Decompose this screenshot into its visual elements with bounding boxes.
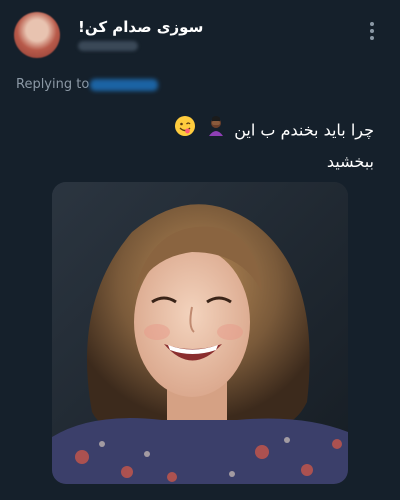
tweet-text: چرا باید بخندم ب این ببخشید <box>34 115 374 177</box>
tweet-line-2: ببخشید <box>326 152 374 171</box>
replying-to-label: Replying to <box>16 77 90 92</box>
reply-mention-link[interactable] <box>90 79 158 91</box>
tweet-header: سوزی صدام کن! <box>0 0 400 70</box>
tweet-photo[interactable] <box>52 182 348 484</box>
more-options-icon[interactable] <box>364 20 380 42</box>
tweet-line-1-text: چرا باید بخندم ب این <box>234 120 374 140</box>
handle-redacted <box>78 41 138 51</box>
face-savoring-food-icon <box>174 115 196 147</box>
woman-laughing-photo <box>52 182 348 484</box>
avatar[interactable] <box>14 12 60 58</box>
person-facepalming-icon <box>205 115 227 147</box>
tweet-line-1: چرا باید بخندم ب این <box>34 115 374 147</box>
display-name[interactable]: سوزی صدام کن! <box>78 18 203 36</box>
